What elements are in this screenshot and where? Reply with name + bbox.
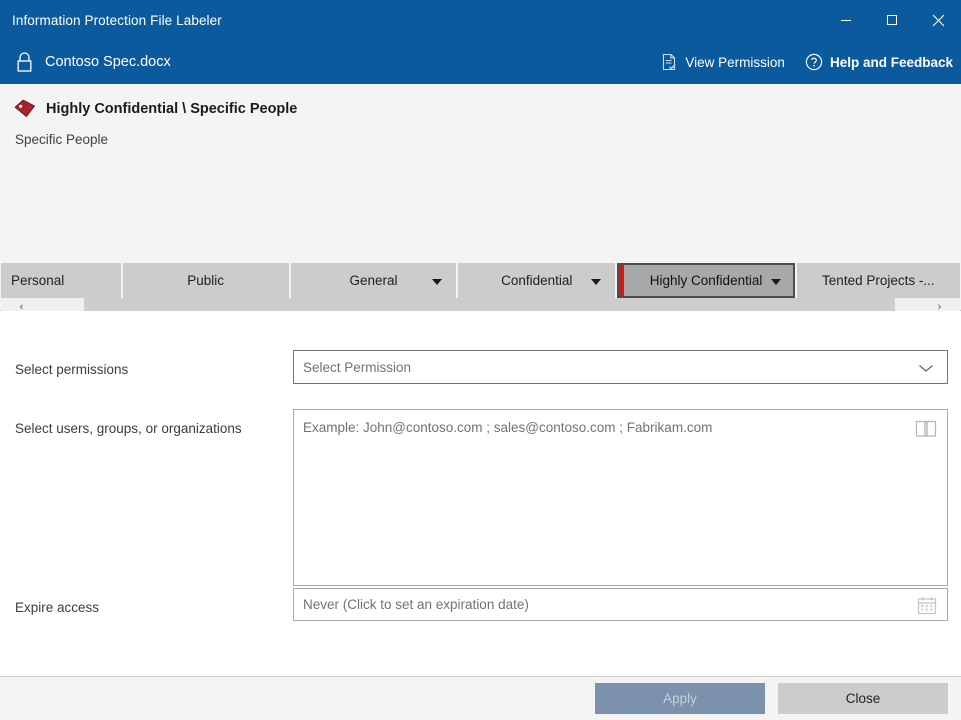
expire-access-field[interactable]: Never (Click to set an expiration date)	[293, 588, 948, 621]
label-tab-public[interactable]: Public	[122, 263, 289, 298]
chevron-down-icon	[770, 278, 781, 285]
document-check-icon	[663, 53, 677, 71]
close-dialog-button[interactable]: Close	[778, 683, 948, 714]
label-tab-general[interactable]: General	[290, 263, 457, 298]
label-tab-public-label: Public	[187, 273, 225, 288]
close-button[interactable]	[915, 0, 961, 40]
toolbar-actions: View Permission Help and Feedback	[661, 40, 953, 84]
file-name: Contoso Spec.docx	[45, 54, 171, 70]
file-labeler-window: Information Protection File Labeler Cont…	[0, 0, 961, 720]
view-permission-label: View Permission	[685, 54, 785, 70]
app-title: Information Protection File Labeler	[12, 12, 222, 28]
lock-icon	[17, 52, 32, 72]
select-users-placeholder: Example: John@contoso.com ; sales@contos…	[303, 420, 713, 435]
expire-access-value: Never (Click to set an expiration date)	[303, 597, 529, 612]
label-tab-confidential-label: Confidential	[501, 273, 573, 288]
expire-access-label: Expire access	[15, 600, 100, 615]
close-icon	[932, 14, 944, 26]
select-permissions-label: Select permissions	[15, 362, 129, 377]
window-controls	[823, 0, 961, 40]
view-permission-button[interactable]: View Permission	[661, 53, 785, 71]
select-permissions-value: Select Permission	[303, 359, 412, 375]
select-permissions-dropdown[interactable]: Select Permission	[293, 350, 948, 384]
minimize-button[interactable]	[823, 0, 869, 40]
label-tabs: Personal Public General Confidential Hig…	[0, 263, 961, 298]
label-tab-tented-projects[interactable]: Tented Projects -...	[796, 263, 960, 298]
minimize-icon	[841, 20, 851, 21]
title-bar-top-row: Information Protection File Labeler	[0, 0, 961, 40]
maximize-icon	[887, 15, 897, 25]
chevron-down-icon	[591, 278, 602, 285]
label-tab-general-label: General	[349, 273, 398, 288]
label-tab-personal[interactable]: Personal	[1, 263, 121, 298]
label-subtitle: Specific People	[15, 132, 109, 147]
help-and-feedback-button[interactable]: Help and Feedback	[805, 53, 953, 71]
help-and-feedback-label: Help and Feedback	[829, 54, 953, 70]
maximize-button[interactable]	[869, 0, 915, 40]
title-bar: Information Protection File Labeler Cont…	[0, 0, 961, 84]
chevron-down-icon	[919, 365, 933, 372]
select-users-textarea[interactable]: Example: John@contoso.com ; sales@contos…	[293, 409, 948, 586]
file-indicator: Contoso Spec.docx	[0, 51, 171, 73]
label-tab-personal-label: Personal	[11, 273, 65, 288]
question-circle-icon	[805, 53, 823, 71]
breadcrumb: Highly Confidential \ Specific People	[0, 84, 961, 118]
address-book-icon[interactable]	[915, 419, 937, 438]
dialog-footer: Apply Close	[0, 676, 961, 720]
title-bar-bottom-row: Contoso Spec.docx View Permission Help a…	[0, 40, 961, 84]
label-tab-tented-projects-label: Tented Projects -...	[822, 273, 935, 288]
permissions-form: Select permissions Select Permission Sel…	[0, 311, 961, 676]
breadcrumb-text: Highly Confidential \ Specific People	[46, 100, 298, 117]
label-tab-highly-confidential-label: Highly Confidential	[649, 273, 763, 288]
label-tab-confidential[interactable]: Confidential	[458, 263, 616, 298]
select-users-label: Select users, groups, or organizations	[15, 421, 242, 436]
chevron-down-icon	[432, 278, 443, 285]
selected-stripe	[619, 265, 625, 296]
tag-icon	[14, 99, 35, 117]
label-panel: Highly Confidential \ Specific People Sp…	[0, 84, 961, 378]
label-tabs-area: Personal Public General Confidential Hig…	[0, 263, 961, 317]
calendar-icon[interactable]	[917, 596, 937, 615]
apply-button[interactable]: Apply	[595, 683, 765, 714]
label-tab-highly-confidential[interactable]: Highly Confidential	[617, 263, 795, 298]
